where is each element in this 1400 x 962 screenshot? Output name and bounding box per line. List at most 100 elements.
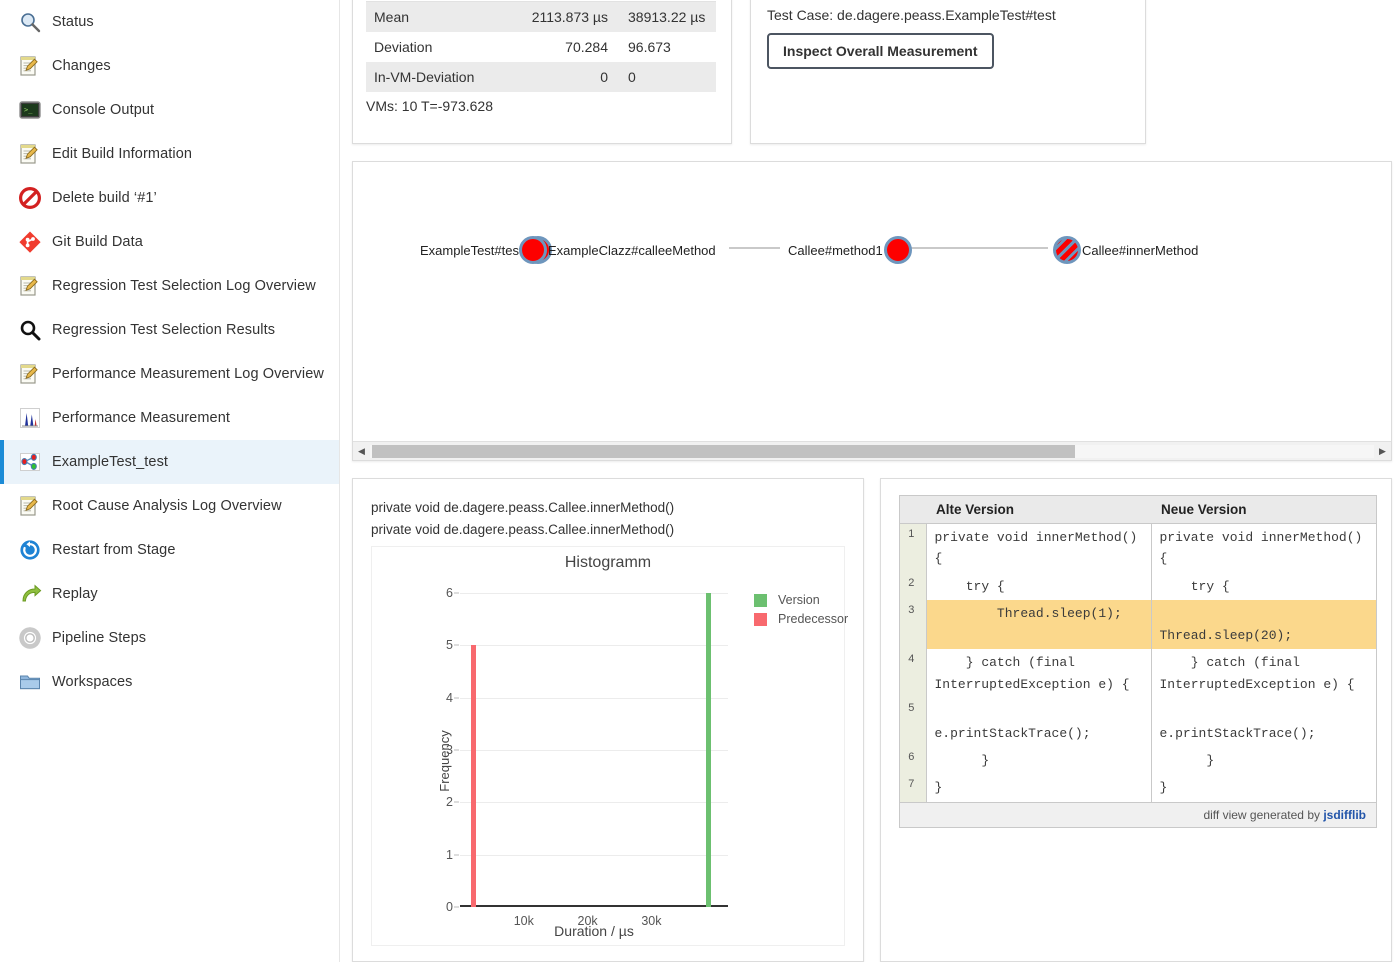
histogram-y-tick: 2 (446, 795, 453, 810)
graph-nodes-icon (18, 450, 42, 474)
sidebar-item-performance-measurement-log-overview[interactable]: Performance Measurement Log Overview (0, 352, 339, 396)
graph-node[interactable]: ExampleClazz#calleeMethod (519, 236, 716, 264)
diff-cell-old: try { (926, 572, 1152, 601)
method-signature-line-1: private void de.dagere.peass.Callee.inne… (371, 500, 675, 515)
graph-node[interactable]: Callee#innerMethod (1053, 236, 1198, 264)
legend-swatch (754, 593, 767, 607)
diff-line-number: 3 (900, 600, 927, 650)
diff-line-number: 5 (900, 698, 927, 747)
stats-cell-current: 0 (628, 69, 636, 85)
sidebar-item-label: Performance Measurement (52, 410, 230, 426)
measurement-stats-table: Property Predecessor Current Mean2113.87… (366, 0, 716, 92)
histogram-x-axis-label: Duration / µs (554, 923, 634, 939)
stats-cell-current: 38913.22 µs (628, 9, 706, 25)
notepad-pencil-icon (18, 142, 42, 166)
sidebar-item-label: Restart from Stage (52, 542, 176, 558)
diff-cell-old: Thread.sleep(1); (926, 600, 1152, 650)
diff-header-new-version: Neue Version (1151, 496, 1376, 524)
graph-node-circle-icon[interactable] (883, 236, 912, 264)
diff-footer: diff view generated by jsdifflib (900, 801, 1376, 827)
histogram-card: private void de.dagere.peass.Callee.inne… (352, 478, 864, 962)
histogram-legend-item[interactable]: Predecessor (754, 612, 848, 626)
measurement-stats-card: Property Predecessor Current Mean2113.87… (352, 0, 732, 144)
diff-cell-old: } (926, 746, 1152, 775)
inspect-overall-measurement-button[interactable]: Inspect Overall Measurement (767, 33, 994, 69)
histogram-y-axis-label: Frequency (437, 730, 453, 792)
sidebar-item-regression-test-selection-log-overview[interactable]: Regression Test Selection Log Overview (0, 264, 339, 308)
histogram-title: Histogramm (564, 554, 652, 571)
sidebar-item-root-cause-analysis-log-overview[interactable]: Root Cause Analysis Log Overview (0, 484, 339, 528)
histogram-y-tickmark (454, 644, 459, 646)
diff-cell-new: } (1159, 752, 1215, 768)
histogram-y-tickmark (454, 592, 459, 594)
diff-footer-link[interactable]: jsdifflib (1323, 808, 1366, 822)
sidebar-item-label: Regression Test Selection Log Overview (52, 278, 316, 294)
scroll-right-arrow-icon[interactable]: ▶ (1374, 443, 1391, 460)
diff-cell-old: } catch (final InterruptedException e) { (926, 649, 1152, 699)
sidebar-item-changes[interactable]: Changes (0, 44, 339, 88)
diff-row: 4 } catch (final InterruptedException e)… (900, 649, 1376, 699)
sidebar-item-console-output[interactable]: >_ Console Output (0, 88, 339, 132)
sidebar-item-status[interactable]: Status (0, 0, 339, 44)
scrollbar-track[interactable] (370, 444, 1374, 458)
folder-icon (18, 670, 42, 694)
sidebar-item-label: Workspaces (52, 674, 133, 690)
sidebar-item-label: Pipeline Steps (52, 630, 147, 646)
histogram-legend-item[interactable]: Version (754, 593, 848, 607)
magnifier-icon (18, 318, 42, 342)
sidebar-item-label: ExampleTest_test (52, 454, 169, 470)
diff-cell-old: private void innerMethod() { (926, 523, 1152, 573)
diff-cell-new: } catch (final InterruptedException e) { (1159, 655, 1355, 692)
sidebar-item-replay[interactable]: Replay (0, 572, 339, 616)
graph-node-label: ExampleClazz#calleeMethod (548, 242, 716, 258)
stats-row: Mean 2113.873 µs 38913.22 µs (366, 1, 716, 32)
call-tree-graph-card: ExampleTest#test ExampleClazz#calleeMetho… (352, 161, 1392, 461)
sidebar-item-regression-test-selection-results[interactable]: Regression Test Selection Results (0, 308, 339, 352)
notepad-pencil-icon (18, 274, 42, 298)
sidebar-item-performance-measurement[interactable]: Performance Measurement (0, 396, 339, 440)
diff-view: Alte Version Neue Version 1 private void … (899, 495, 1377, 828)
sidebar-item-edit-build-information[interactable]: Edit Build Information (0, 132, 339, 176)
sidebar-item-exampletest-test[interactable]: ExampleTest_test (0, 440, 339, 484)
stats-table-body: Mean 2113.873 µs 38913.22 µs Deviation 70.28… (366, 1, 716, 92)
diff-line-number: 2 (900, 572, 927, 601)
histogram-y-tick: 4 (446, 690, 453, 705)
sidebar-item-pipeline-steps[interactable]: Pipeline Steps (0, 616, 339, 660)
graph-node-circle-icon[interactable] (519, 236, 547, 264)
graph-node-label: Callee#innerMethod (1082, 242, 1199, 258)
diff-row: 7}} (900, 774, 1376, 802)
sidebar-item-restart-from-stage[interactable]: Restart from Stage (0, 528, 339, 572)
notepad-pencil-icon (18, 494, 42, 518)
graph-node-circle-icon[interactable] (1053, 236, 1081, 264)
sidebar-item-label: Delete build ‘#1’ (52, 190, 157, 206)
sidebar-item-label: Console Output (52, 102, 155, 118)
diff-cell-new: private void innerMethod() { (1159, 530, 1371, 567)
diff-header-row: Alte Version Neue Version (900, 496, 1376, 524)
sidebar-item-label: Replay (52, 586, 98, 602)
graph-horizontal-scrollbar[interactable]: ◀ ▶ (353, 441, 1391, 460)
sidebar-item-delete-build-1[interactable]: Delete build ‘#1’ (0, 176, 339, 220)
stats-cell-predecessor: 0 (600, 69, 608, 85)
notepad-pencil-icon (18, 362, 42, 386)
diff-line-number: 1 (900, 523, 927, 573)
diff-cell-old: } (926, 774, 1152, 802)
sidebar-item-workspaces[interactable]: Workspaces (0, 660, 339, 704)
search-icon (18, 10, 42, 34)
stats-row: In-VM-Deviation 0 0 (366, 62, 716, 92)
scroll-left-arrow-icon[interactable]: ◀ (353, 443, 370, 460)
scrollbar-thumb[interactable] (372, 444, 1075, 458)
graph-node[interactable]: Callee#method1 (788, 236, 912, 264)
diff-line-number: 4 (900, 649, 927, 699)
git-icon (18, 230, 42, 254)
diff-table-body: 1 private void innerMethod() {private voi… (900, 523, 1376, 802)
diff-row: 6 } } (900, 746, 1376, 775)
call-tree-graph-area[interactable]: ExampleTest#test ExampleClazz#calleeMetho… (353, 162, 1391, 440)
histogram-y-tick: 0 (446, 900, 453, 914)
histogram-gridline (460, 697, 728, 699)
sidebar-item-git-build-data[interactable]: Git Build Data (0, 220, 339, 264)
diff-table-head: Alte Version Neue Version (900, 496, 1376, 524)
diff-cell-old: e.printStackTrace(); (926, 698, 1152, 747)
diff-cell-new: e.printStackTrace(); (1159, 725, 1316, 741)
sidebar-item-label: Changes (52, 58, 111, 74)
graph-node-label: ExampleTest#test (420, 242, 523, 258)
